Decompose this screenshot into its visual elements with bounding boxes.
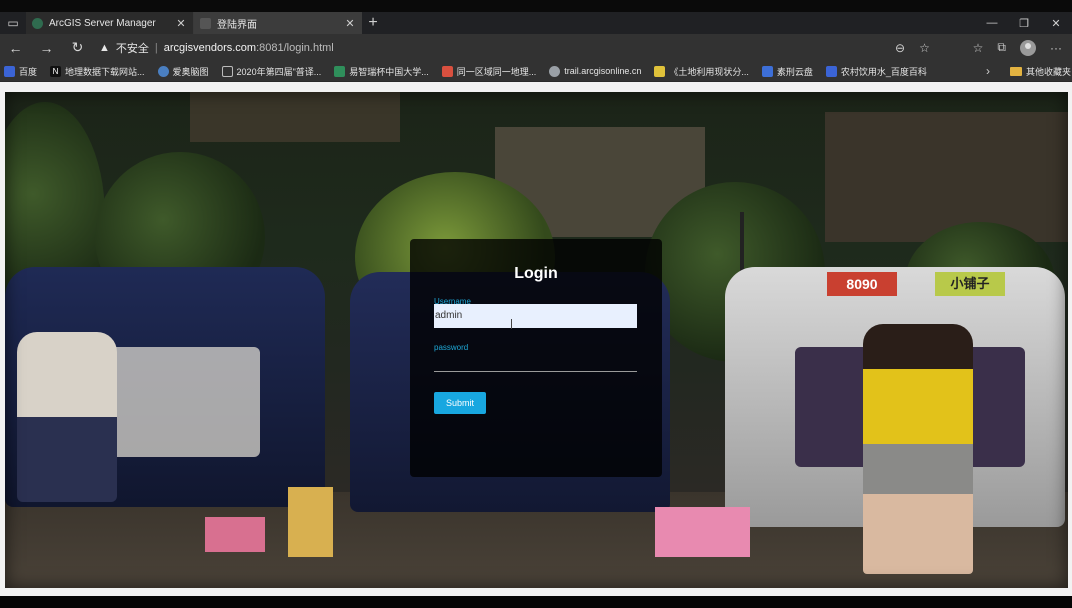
baidu-icon — [825, 65, 837, 77]
arcgis-icon — [549, 65, 561, 77]
other-bookmarks-folder[interactable]: 其他收藏夹 — [1010, 65, 1071, 78]
close-icon[interactable]: ✕ — [344, 17, 356, 30]
tab-strip: ▭ ArcGIS Server Manager ✕ 登陆界面 ✕ + — ❐ ✕ — [0, 12, 1072, 34]
arcgis-favicon-icon — [32, 17, 43, 29]
bookmark-item[interactable]: 同一区域同一地理... — [441, 65, 537, 78]
tab-arcgis-server-manager[interactable]: ArcGIS Server Manager ✕ — [26, 12, 194, 34]
bookmark-label: 农村饮用水_百度百科 — [840, 66, 927, 77]
bookmark-item[interactable]: 百度 — [4, 65, 37, 78]
submit-button[interactable]: Submit — [434, 392, 486, 414]
password-label: password — [434, 343, 469, 352]
top-border — [0, 0, 1072, 12]
esri-icon — [334, 65, 346, 77]
bookmark-item[interactable]: 易智瑞杯中国大学... — [334, 65, 429, 78]
bookmark-label: 地理数据下载网站... — [65, 66, 145, 77]
bookmark-label: 《土地利用现状分... — [669, 66, 749, 77]
bookmark-label: 2020年第四届"普译... — [236, 66, 322, 77]
bookmark-item[interactable]: trail.arcgisonline.cn — [549, 65, 642, 77]
colorful-icon — [441, 65, 453, 77]
favorites-icon[interactable]: ☆ — [973, 41, 984, 55]
profile-avatar-icon[interactable] — [1020, 39, 1036, 56]
bookmark-label: 百度 — [19, 66, 38, 77]
page-viewport: 8090 小铺子 Login Username admin password S… — [0, 82, 1072, 596]
url-path: :8081/login.html — [256, 41, 334, 54]
back-arrow-icon[interactable]: ← — [0, 40, 31, 56]
chevron-right-icon[interactable]: › — [986, 64, 990, 78]
login-panel: Login Username admin password Submit — [410, 239, 662, 477]
username-input[interactable]: admin — [434, 304, 637, 328]
forward-arrow-icon[interactable]: → — [31, 40, 62, 56]
bookmark-label: 易智瑞杯中国大学... — [349, 66, 429, 77]
url-host: arcgisvendors.com — [163, 41, 257, 54]
bookmark-item[interactable]: 农村饮用水_百度百科 — [825, 65, 927, 78]
divider: | — [154, 41, 158, 54]
bookmark-label: 其他收藏夹 — [1026, 66, 1072, 77]
mindmap-icon — [157, 65, 169, 77]
bookmark-item[interactable]: 爱奥脑图 — [157, 65, 209, 78]
bookmark-item[interactable]: 素刑云盘 — [761, 65, 813, 78]
close-window-icon[interactable]: ✕ — [1040, 12, 1072, 34]
bookmark-item[interactable]: 《土地利用现状分... — [654, 65, 749, 78]
login-title: Login — [514, 265, 558, 282]
n-logo-icon: N — [50, 65, 62, 77]
address-bar[interactable]: ▲ 不安全 | arcgisvendors.com:8081/login.htm… — [99, 37, 919, 58]
page-icon — [221, 65, 233, 77]
security-label[interactable]: 不安全 — [116, 40, 149, 56]
collections-icon[interactable]: ⧉ — [997, 40, 1006, 55]
bookmark-label: trail.arcgisonline.cn — [564, 66, 642, 76]
password-input[interactable] — [434, 354, 637, 372]
tab-label: ArcGIS Server Manager — [49, 17, 156, 29]
restore-icon[interactable]: ❐ — [1008, 12, 1040, 34]
minimize-icon[interactable]: — — [976, 12, 1008, 34]
tab-login-page[interactable]: 登陆界面 ✕ — [194, 12, 362, 34]
bookmark-label: 同一区域同一地理... — [456, 66, 537, 77]
new-tab-button[interactable]: + — [362, 12, 384, 34]
add-favorite-icon[interactable]: ☆ — [919, 41, 930, 55]
document-icon — [654, 65, 666, 77]
more-menu-icon[interactable]: ··· — [1050, 41, 1062, 55]
reload-icon[interactable]: ↻ — [62, 39, 93, 56]
page-favicon-icon — [200, 17, 211, 29]
zoom-icon[interactable]: ⊖ — [895, 41, 905, 55]
close-icon[interactable]: ✕ — [175, 17, 187, 30]
warning-icon[interactable]: ▲ — [99, 42, 110, 54]
bottom-border — [0, 596, 1072, 608]
tab-actions-icon[interactable]: ▭ — [0, 12, 26, 34]
bookmark-label: 素刑云盘 — [776, 66, 813, 77]
bookmark-item[interactable]: N 地理数据下载网站... — [50, 65, 145, 78]
bookmark-label: 爱奥脑图 — [172, 66, 209, 77]
bookmark-item[interactable]: 2020年第四届"普译... — [221, 65, 322, 78]
url-text[interactable]: arcgisvendors.com:8081/login.html — [164, 42, 334, 54]
baidu-icon — [4, 65, 15, 77]
navigation-bar: ← → ↻ ▲ 不安全 | arcgisvendors.com:8081/log… — [0, 34, 1072, 61]
cloud-drive-icon — [761, 65, 773, 77]
text-cursor-icon — [511, 319, 512, 329]
address-actions: ⊖ ☆ — [895, 34, 930, 61]
toolbar-right: ☆ ⧉ ··· — [973, 39, 1072, 56]
tab-label: 登陆界面 — [217, 19, 257, 31]
window-controls: — ❐ ✕ — [976, 12, 1072, 34]
folder-icon — [1010, 66, 1022, 76]
bookmarks-bar: 百度 N 地理数据下载网站... 爱奥脑图 2020年第四届"普译... 易智瑞杯… — [0, 61, 1072, 82]
